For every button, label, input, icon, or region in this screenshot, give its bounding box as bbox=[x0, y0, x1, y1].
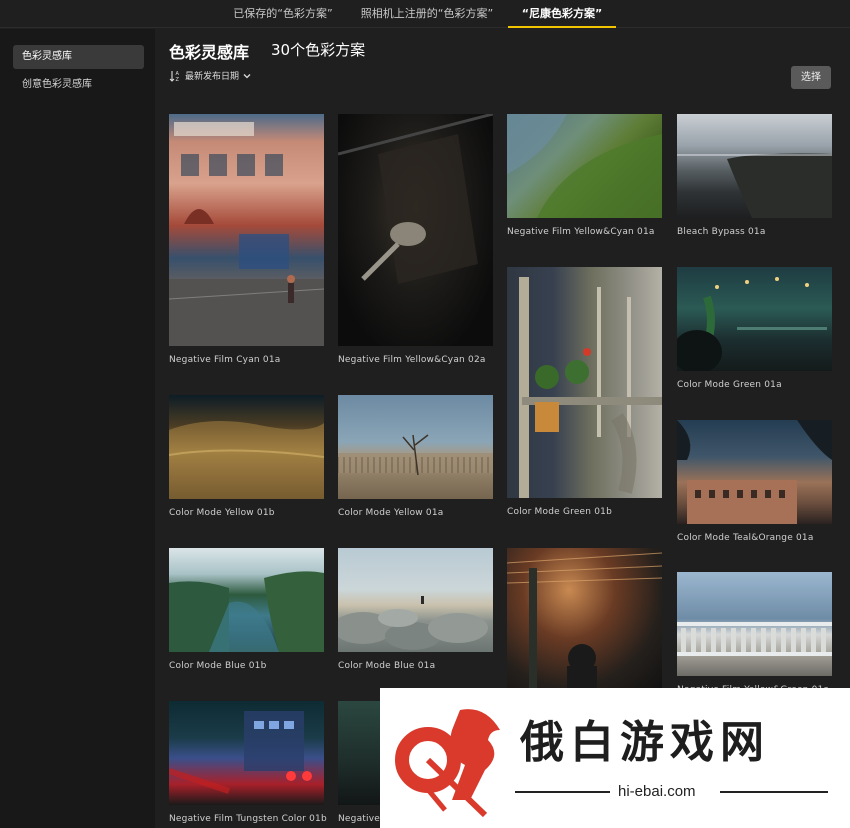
rooster-logo-icon bbox=[395, 709, 500, 818]
watermark-url: hi-ebai.com bbox=[618, 783, 696, 800]
recipe-card[interactable]: Color Mode Yellow 01b bbox=[169, 395, 324, 518]
sidebar-item-color-inspiration[interactable]: 色彩灵感库 bbox=[13, 45, 144, 69]
recipe-thumbnail bbox=[169, 395, 324, 499]
recipe-label: Color Mode Green 01b bbox=[507, 507, 613, 517]
recipe-card[interactable] bbox=[507, 548, 662, 697]
svg-text:Z: Z bbox=[176, 77, 180, 82]
tab-saved-recipes[interactable]: 已保存的“色彩方案” bbox=[228, 0, 338, 28]
sort-dropdown[interactable]: A Z 最新发布日期 bbox=[169, 69, 251, 82]
select-button[interactable]: 选择 bbox=[791, 66, 831, 89]
sidebar-item-creative-color-inspiration[interactable]: 创意色彩灵感库 bbox=[13, 73, 144, 97]
recipe-thumbnail bbox=[338, 114, 493, 346]
sort-label: 最新发布日期 bbox=[185, 72, 240, 82]
recipe-card[interactable]: Bleach Bypass 01a bbox=[677, 114, 832, 237]
recipe-thumbnail bbox=[338, 548, 493, 652]
recipe-thumbnail bbox=[677, 572, 832, 676]
recipe-thumbnail bbox=[507, 548, 662, 688]
recipe-thumbnail bbox=[169, 548, 324, 652]
recipe-card[interactable]: Negative Film Yellow&Cyan 01a bbox=[507, 114, 662, 237]
page-title: 色彩灵感库 bbox=[169, 43, 250, 62]
recipe-card[interactable]: Negative Film Tungsten Color 01b bbox=[169, 701, 327, 824]
recipe-label: Negative Film Tungsten Color 01b bbox=[169, 814, 327, 824]
recipe-thumbnail bbox=[507, 267, 662, 498]
recipe-card[interactable]: Negative Film Yellow&Green 01a bbox=[677, 572, 832, 695]
sort-icon: A Z bbox=[169, 70, 181, 82]
recipe-thumbnail bbox=[507, 114, 662, 218]
recipe-label: Color Mode Green 01a bbox=[677, 380, 782, 390]
recipe-label: Color Mode Blue 01b bbox=[169, 661, 267, 671]
top-tab-bar: 已保存的“色彩方案” 照相机上注册的“色彩方案” “尼康色彩方案” bbox=[0, 0, 850, 28]
recipe-card[interactable]: Negative Film Yellow&Cyan 02a bbox=[338, 114, 493, 365]
recipe-thumbnail bbox=[169, 701, 324, 805]
recipe-thumbnail bbox=[677, 267, 832, 371]
recipe-label: Negative Film Yellow&Cyan 01a bbox=[507, 227, 655, 237]
divider bbox=[515, 791, 610, 793]
sidebar: 色彩灵感库 创意色彩灵感库 bbox=[0, 29, 155, 828]
recipe-card[interactable]: Color Mode Green 01a bbox=[677, 267, 832, 390]
recipe-label: Color Mode Yellow 01a bbox=[338, 508, 444, 518]
tab-nikon-recipes[interactable]: “尼康色彩方案” bbox=[508, 0, 616, 28]
watermark-banner: 俄白游戏网 hi-ebai.com bbox=[380, 688, 850, 828]
recipe-card[interactable]: Color Mode Green 01b bbox=[507, 267, 662, 517]
recipe-card[interactable]: Color Mode Blue 01a bbox=[338, 548, 493, 671]
recipe-label: Color Mode Yellow 01b bbox=[169, 508, 275, 518]
recipe-label: Negative Film Cyan 01a bbox=[169, 355, 281, 365]
recipe-card[interactable]: Color Mode Teal&Orange 01a bbox=[677, 420, 832, 543]
recipe-count: 30个色彩方案 bbox=[271, 41, 366, 59]
watermark-text: 俄白游戏网 bbox=[520, 717, 770, 768]
divider bbox=[720, 791, 828, 793]
chevron-down-icon bbox=[243, 72, 251, 80]
recipe-card[interactable]: Negative Film Cyan 01a bbox=[169, 114, 324, 365]
recipe-card[interactable]: Color Mode Yellow 01a bbox=[338, 395, 493, 518]
recipe-thumbnail bbox=[338, 395, 493, 499]
tab-camera-registered-recipes[interactable]: 照相机上注册的“色彩方案” bbox=[357, 0, 497, 28]
recipe-label: Color Mode Blue 01a bbox=[338, 661, 436, 671]
recipe-thumbnail bbox=[677, 420, 832, 524]
recipe-thumbnail bbox=[677, 114, 832, 218]
recipe-card[interactable]: Color Mode Blue 01b bbox=[169, 548, 324, 671]
recipe-label: Bleach Bypass 01a bbox=[677, 227, 766, 237]
recipe-label: Color Mode Teal&Orange 01a bbox=[677, 533, 814, 543]
recipe-label: Negative Film Yellow&Cyan 02a bbox=[338, 355, 486, 365]
recipe-thumbnail bbox=[169, 114, 324, 346]
